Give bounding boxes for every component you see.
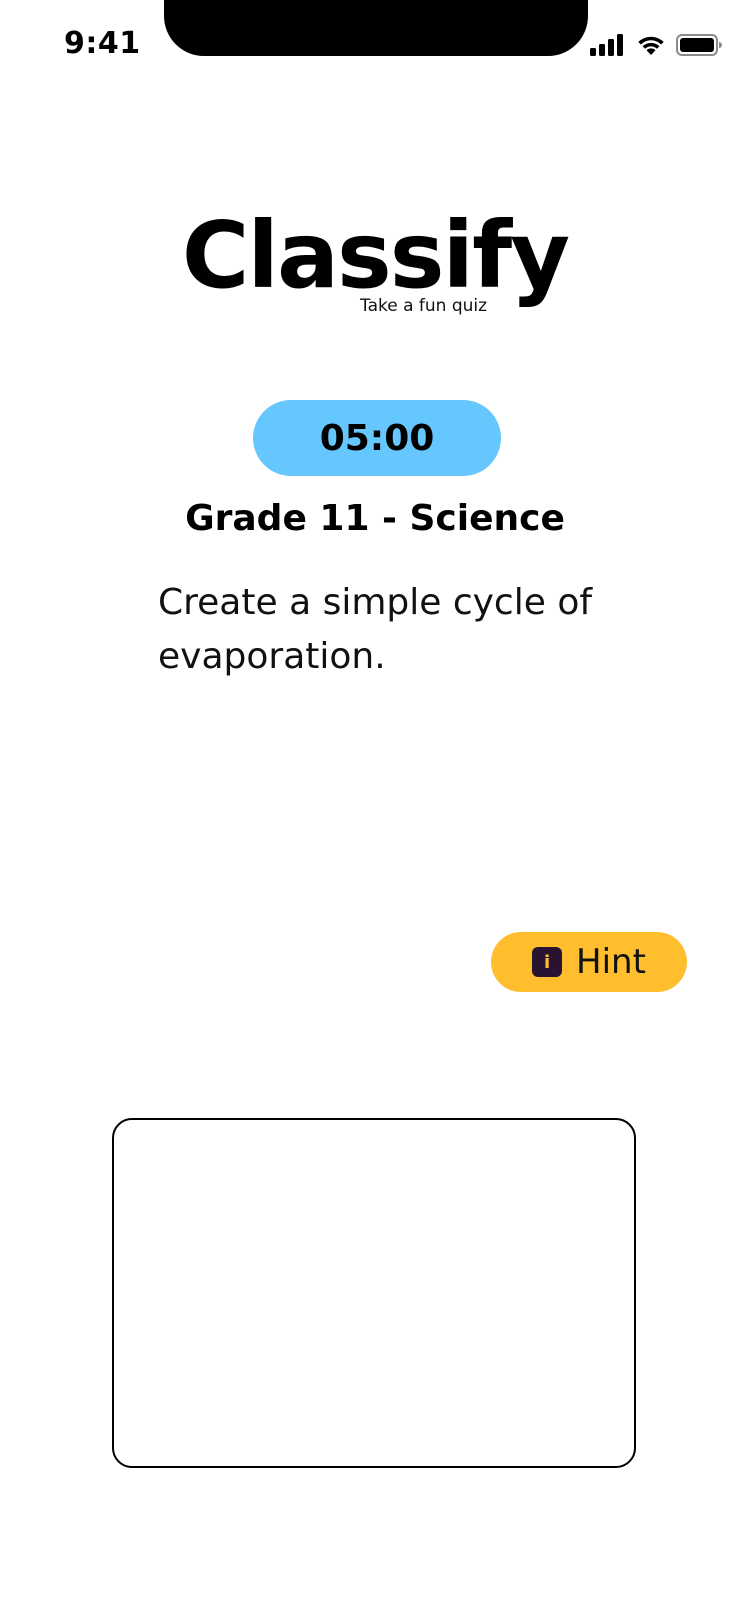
hint-label: Hint xyxy=(576,942,646,982)
device-notch xyxy=(164,0,588,56)
answer-box xyxy=(112,1118,636,1468)
wifi-icon xyxy=(638,36,664,55)
cellular-signal-icon xyxy=(590,34,623,56)
status-bar: 9:41 xyxy=(0,0,750,92)
answer-input[interactable] xyxy=(114,1120,634,1466)
info-icon: i xyxy=(532,947,563,977)
timer-value: 05:00 xyxy=(319,417,435,459)
timer-badge: 05:00 xyxy=(253,400,501,476)
logo-tagline: Take a fun quiz xyxy=(360,296,488,316)
status-icons xyxy=(590,33,722,57)
hint-button[interactable]: i Hint xyxy=(491,932,687,992)
battery-icon xyxy=(676,34,722,56)
quiz-title: Grade 11 - Science xyxy=(185,498,565,539)
app-logo: Classify Take a fun quiz xyxy=(0,200,750,320)
status-time: 9:41 xyxy=(64,26,141,61)
question-text: Create a simple cycle of evaporation. xyxy=(158,582,593,677)
